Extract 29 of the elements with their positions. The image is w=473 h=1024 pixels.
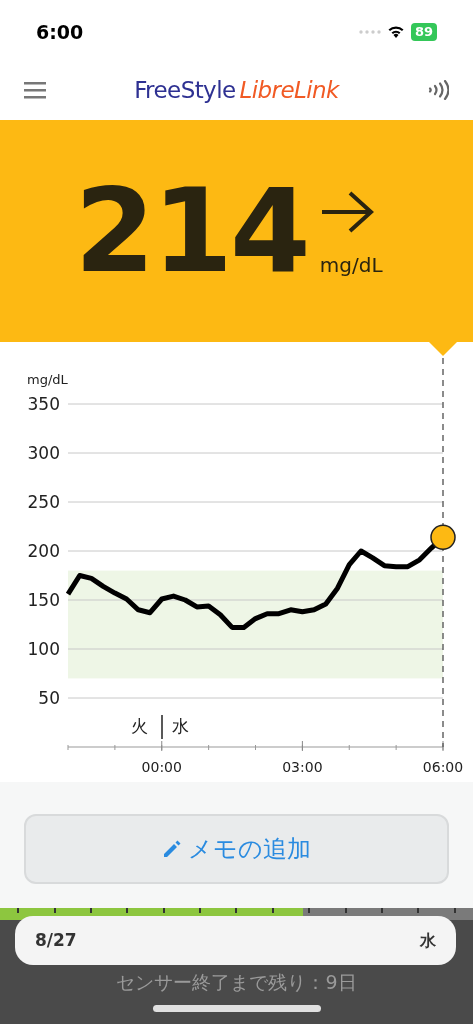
day-label: 水 <box>172 716 189 736</box>
axis-label: 200 <box>27 541 60 561</box>
date-label: 8/27 <box>35 928 77 952</box>
menu-icon[interactable] <box>24 81 46 99</box>
axis-label: 150 <box>27 590 60 610</box>
day-label: 火 <box>131 716 148 736</box>
scan-icon[interactable] <box>427 80 449 100</box>
battery-indicator: 89 <box>410 23 437 41</box>
axis-label: 00:00 <box>141 759 182 775</box>
wifi-icon <box>386 25 405 39</box>
logo-text: LibreLink <box>239 75 339 105</box>
current-reading-dot <box>430 524 456 551</box>
unit-label: mg/dL <box>27 372 68 387</box>
axis-label: 250 <box>27 492 60 512</box>
logo-text: FreeStyle <box>134 75 236 105</box>
signal-icon <box>358 30 381 34</box>
axis-label: 100 <box>27 639 60 659</box>
unit-label: mg/dL <box>319 252 383 279</box>
weekday-label: 水 <box>420 929 436 952</box>
sensor-remaining-text: センサー終了まで残り：9日 <box>116 970 357 995</box>
glucose-value: 214 <box>74 173 308 289</box>
axis-label: 06:00 <box>422 759 464 775</box>
status-time: 6:00 <box>36 19 84 45</box>
add-memo-button[interactable]: メモの追加 <box>24 814 449 884</box>
axis-label: 300 <box>27 443 60 463</box>
pencil-icon <box>162 839 182 859</box>
axis-label: 50 <box>38 688 60 708</box>
axis-label: 350 <box>27 394 60 414</box>
axis-label: 03:00 <box>282 759 323 775</box>
